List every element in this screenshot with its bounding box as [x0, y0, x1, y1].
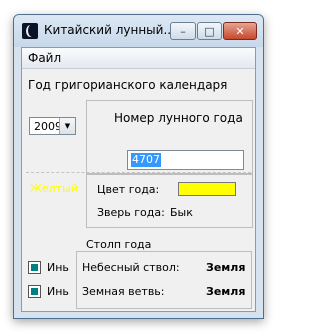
earthly-branch-label: Земная ветвь:	[82, 285, 165, 298]
maximize-icon: □	[204, 24, 215, 38]
gregorian-year-label: Год григорианского календаря	[28, 78, 228, 92]
heavenly-yin-indicator[interactable]	[28, 261, 41, 274]
earthly-yin-fill	[31, 288, 38, 295]
minimize-button[interactable]: –	[170, 22, 196, 40]
pillar-group	[76, 251, 252, 309]
earthly-yin-indicator[interactable]	[28, 285, 41, 298]
pillar-title: Столп года	[83, 238, 155, 251]
lunar-year-label: Номер лунного года	[114, 111, 243, 125]
animal-value: Бык	[170, 206, 193, 219]
minimize-icon: –	[180, 24, 186, 38]
client-area: Файл Год григорианского календаря 2009 ▼…	[21, 47, 256, 312]
element-name: Желтый	[30, 182, 78, 195]
heavenly-stem-value: Земля	[206, 261, 246, 274]
close-button[interactable]: ✕	[223, 22, 257, 40]
window-title: Китайский лунный...	[44, 23, 170, 37]
heavenly-yin-label: Инь	[47, 261, 69, 274]
heavenly-yin-fill	[31, 264, 38, 271]
lunar-year-field[interactable]: 4707	[127, 150, 244, 170]
earthly-branch-value: Земля	[206, 285, 246, 298]
maximize-button[interactable]: □	[197, 22, 222, 40]
menu-bar: Файл	[22, 48, 255, 69]
heavenly-stem-label: Небесный ствол:	[82, 261, 180, 274]
close-icon: ✕	[235, 24, 245, 38]
title-bar[interactable]: Китайский лунный... – □ ✕	[14, 15, 263, 47]
gregorian-year-value: 2009	[34, 120, 62, 133]
animal-label: Зверь года:	[97, 206, 165, 219]
year-color-swatch	[178, 182, 236, 196]
crescent-moon-icon[interactable]	[22, 23, 38, 39]
app-window: Китайский лунный... – □ ✕ Файл Год григо…	[13, 14, 264, 319]
lunar-year-value: 4707	[131, 153, 161, 167]
gregorian-year-select[interactable]: 2009 ▼	[29, 117, 76, 135]
chevron-down-icon[interactable]: ▼	[59, 118, 75, 134]
section-divider	[26, 172, 251, 173]
color-label: Цвет года:	[97, 183, 160, 196]
menu-file[interactable]: Файл	[28, 51, 61, 65]
earthly-yin-label: Инь	[47, 285, 69, 298]
